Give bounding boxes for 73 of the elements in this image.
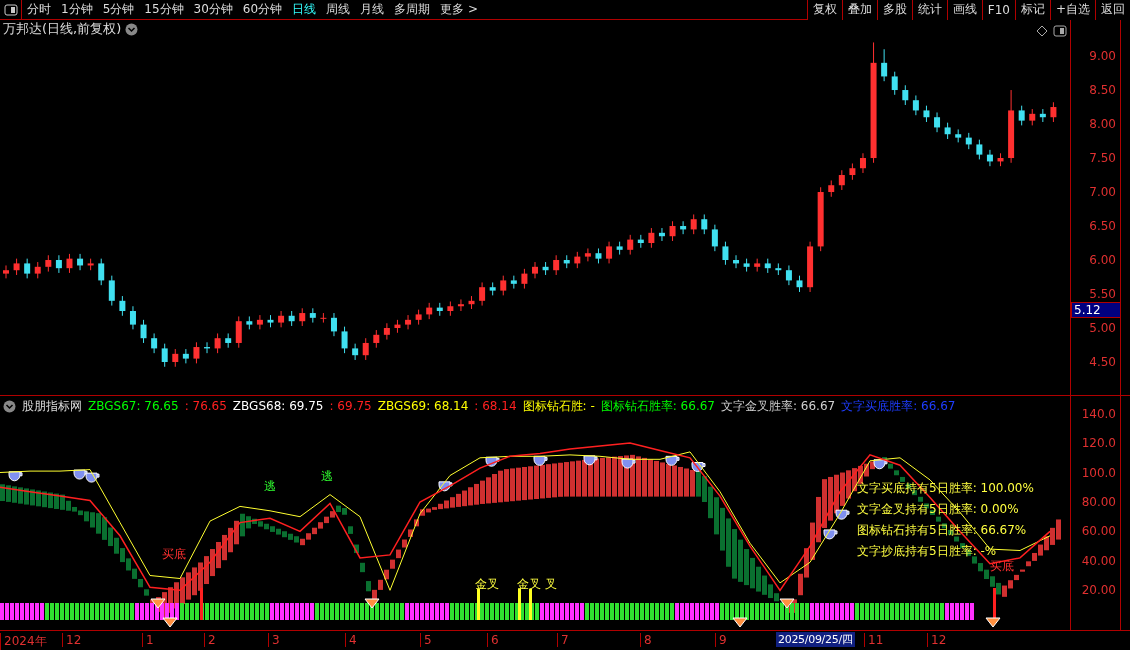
indicator-name: 股朋指标网 — [22, 397, 82, 415]
period-tab[interactable]: 5分钟 — [97, 1, 140, 18]
toolbar-button[interactable]: 画线 — [946, 0, 982, 20]
current-price-label: 5.12 — [1071, 302, 1121, 318]
toolbar-button[interactable]: 统计 — [911, 0, 947, 20]
date-label: 2 — [204, 633, 216, 647]
signal-label: 逃 — [264, 478, 276, 495]
legend-value: : 69.75 — [329, 399, 372, 413]
date-label: 7 — [557, 633, 569, 647]
axis-label: 80.00 — [1081, 494, 1116, 509]
axis-label: 8.00 — [1089, 117, 1116, 131]
toolbar-button[interactable]: 复权 — [806, 0, 842, 20]
chart-title: 万邦达(日线,前复权) — [3, 20, 122, 38]
toolbar-button[interactable]: F10 — [981, 0, 1015, 20]
period-tab[interactable]: 分时 — [22, 1, 56, 18]
legend-value: ZBGS68: 69.75 — [232, 399, 324, 413]
legend-value: : 68.14 — [474, 399, 517, 413]
period-tab[interactable]: 多周期 — [389, 1, 436, 18]
date-label: 6 — [487, 633, 499, 647]
date-label: 8 — [640, 633, 652, 647]
axis-label: 4.50 — [1089, 355, 1116, 369]
toolbar-button[interactable]: +自选 — [1049, 0, 1095, 20]
date-label: 5 — [420, 633, 432, 647]
period-tab[interactable]: 日线 — [287, 1, 322, 18]
signal-label: 金叉 — [517, 576, 541, 593]
stat-text: 图标钻石持有5日胜率: 66.67% — [857, 522, 1027, 539]
date-label: 12 — [927, 633, 947, 647]
period-tab[interactable]: 周线 — [321, 1, 356, 18]
period-tab[interactable]: 1分钟 — [56, 1, 98, 18]
axis-label: 8.50 — [1089, 83, 1116, 98]
legend-value: 文字买底胜率: 66.67 — [841, 397, 956, 415]
stat-text: 文字抄底持有5日胜率: -% — [857, 543, 997, 560]
signal-label: 买底 — [990, 558, 1014, 575]
toolbar-button[interactable]: 叠加 — [841, 0, 877, 20]
period-tab[interactable]: 月线 — [355, 1, 390, 18]
axis-label: 6.00 — [1089, 253, 1116, 267]
date-label: 3 — [268, 633, 280, 647]
legend-value: 图标钻石胜率: 66.67 — [600, 397, 715, 415]
axis-label: 20.00 — [1081, 583, 1116, 598]
axis-label: 140.0 — [1081, 406, 1116, 421]
date-label: 1 — [142, 633, 154, 647]
axis-label: 60.00 — [1081, 524, 1116, 539]
axis-label: 5.00 — [1089, 321, 1116, 335]
legend-value: 图标钻石胜: - — [522, 397, 595, 415]
legend-value: ZBGS67: 76.65 — [88, 399, 179, 413]
date-label: 11 — [864, 633, 884, 647]
signal-label: 叉 — [545, 576, 557, 593]
date-label: 12 — [62, 633, 82, 647]
axis-label: 5.50 — [1089, 287, 1116, 301]
toolbar-button[interactable]: 返回 — [1095, 0, 1130, 20]
period-tab[interactable]: 30分钟 — [188, 1, 238, 18]
axis-label: 6.50 — [1089, 219, 1116, 233]
legend-value: 文字金叉胜率: 66.67 — [721, 397, 836, 415]
axis-label: 7.50 — [1089, 151, 1116, 165]
date-label: 4 — [345, 633, 357, 647]
legend-value: : 76.65 — [184, 399, 227, 413]
cursor-date: 2025/09/25/四 — [776, 632, 855, 647]
signal-label: 买底 — [162, 546, 186, 563]
date-label: 9 — [715, 633, 727, 647]
axis-label: 100.0 — [1081, 465, 1116, 480]
axis-label: 40.00 — [1081, 553, 1116, 568]
signal-label: 金叉 — [475, 576, 499, 593]
axis-label: 9.00 — [1089, 49, 1116, 64]
axis-label: 120.0 — [1081, 436, 1116, 451]
period-tab[interactable]: 15分钟 — [139, 1, 189, 18]
period-tab[interactable]: 60分钟 — [237, 1, 288, 18]
toolbar-button[interactable]: 多股 — [876, 0, 912, 20]
date-label: 2024年 — [0, 633, 47, 650]
signal-label: 逃 — [321, 468, 333, 485]
more-menu[interactable]: 更多 > — [435, 1, 483, 18]
legend-value: ZBGS69: 68.14 — [377, 399, 469, 413]
axis-label: 7.00 — [1089, 185, 1116, 199]
toolbar-button[interactable]: 标记 — [1014, 0, 1050, 20]
